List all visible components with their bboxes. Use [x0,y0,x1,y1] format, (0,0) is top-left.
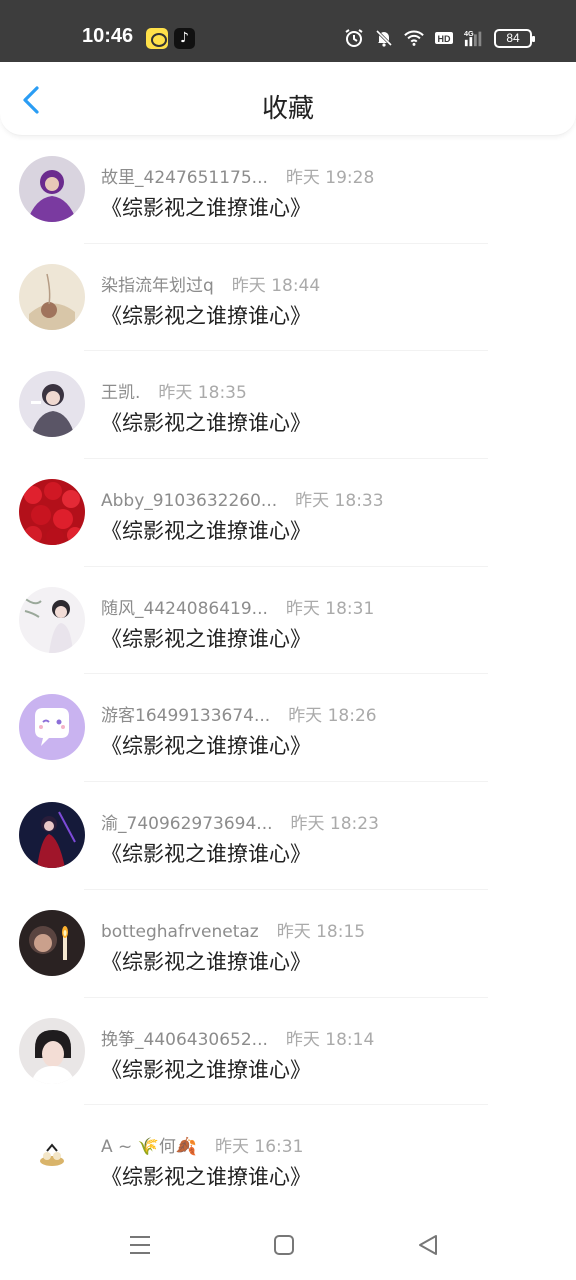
system-nav-bar [0,1208,576,1280]
timestamp: 昨天 18:31 [285,598,375,619]
tiktok-icon: ♪ [174,28,195,49]
list-item[interactable]: 游客16499133674... 昨天 18:26 《综影视之谁撩谁心》 [0,674,576,783]
item-title[interactable]: 《综影视之谁撩谁心》 [101,300,311,330]
timestamp: 昨天 18:26 [288,706,377,727]
item-title[interactable]: 《综影视之谁撩谁心》 [101,407,311,437]
list-item[interactable]: 王凯. 昨天 18:35 《综影视之谁撩谁心》 [0,351,576,460]
username: 随风_4424086419... [101,598,268,619]
svg-text:HD: HD [438,34,451,44]
hd-icon: HD [435,32,453,44]
username: Abby_9103632260... [101,491,278,512]
menu-icon[interactable] [127,1232,153,1258]
list-item[interactable]: 染指流年划过q 昨天 18:44 《综影视之谁撩谁心》 [0,244,576,352]
username: 王凯. [101,383,141,404]
list-item[interactable]: botteghafrvenetaz 昨天 18:15 《综影视之谁撩谁心》 [0,890,576,998]
signal-4g-icon: 4G [464,29,482,47]
timestamp: 昨天 16:31 [215,1137,304,1158]
item-title[interactable]: 《综影视之谁撩谁心》 [101,730,311,760]
avatar[interactable] [19,694,85,761]
notes-app-icon [146,28,168,49]
timestamp: 昨天 18:44 [231,275,321,296]
svg-text:4G: 4G [464,29,474,38]
avatar[interactable] [19,371,85,438]
avatar[interactable] [19,586,85,653]
list-item[interactable]: 挽筝_4406430652... 昨天 18:14 《综影视之谁撩谁心》 [0,998,576,1106]
item-title[interactable]: 《综影视之谁撩谁心》 [101,838,311,868]
list-item[interactable]: A ~ 🌾何🍂 昨天 16:31 《综影视之谁撩谁心》 [0,1105,576,1213]
status-time: 10:46 [82,25,134,47]
avatar[interactable] [19,802,85,869]
username: 渝_740962973694... [101,814,273,835]
avatar[interactable] [19,1125,85,1192]
avatar[interactable] [19,156,85,222]
item-title[interactable]: 《综影视之谁撩谁心》 [101,192,311,222]
list-item[interactable]: 随风_4424086419... 昨天 18:31 《综影视之谁撩谁心》 [0,567,576,675]
username: 染指流年划过q [101,275,214,296]
username: 故里_4247651175... [101,168,268,188]
back-triangle-icon[interactable] [415,1232,441,1258]
status-bar: 10:46 ♪ HD 4G 84 [0,0,576,62]
battery-icon: 84 [494,28,535,48]
home-square-icon[interactable] [271,1232,297,1258]
item-title[interactable]: 《综影视之谁撩谁心》 [101,1161,311,1191]
timestamp: 昨天 18:14 [285,1029,375,1050]
list-item[interactable]: 渝_740962973694... 昨天 18:23 《综影视之谁撩谁心》 [0,782,576,890]
item-title[interactable]: 《综影视之谁撩谁心》 [101,515,311,545]
app-header: 收藏 [0,62,576,136]
timestamp: 昨天 18:33 [295,491,384,512]
wifi-icon [404,30,424,46]
username: 游客16499133674... [101,706,271,727]
avatar[interactable] [19,909,85,976]
username: 挽筝_4406430652... [101,1029,268,1050]
avatar[interactable] [19,263,85,330]
list-item[interactable]: 故里_4247651175... 昨天 19:28 《综影视之谁撩谁心》 [0,136,576,244]
avatar[interactable] [19,479,85,546]
page-title: 收藏 [261,94,314,124]
username: A ~ 🌾何🍂 [101,1137,198,1158]
favorites-list: 故里_4247651175... 昨天 19:28 《综影视之谁撩谁心》 染指流年… [0,136,576,1213]
item-title[interactable]: 《综影视之谁撩谁心》 [101,946,311,976]
timestamp: 昨天 18:35 [158,383,247,404]
timestamp: 昨天 18:23 [290,814,379,835]
list-item[interactable]: Abby_9103632260... 昨天 18:33 《综影视之谁撩谁心》 [0,459,576,567]
alarm-icon [345,29,363,47]
mute-bell-icon [375,29,393,47]
item-title[interactable]: 《综影视之谁撩谁心》 [101,623,311,653]
timestamp: 昨天 18:15 [276,921,366,942]
timestamp: 昨天 19:28 [285,168,375,188]
username: botteghafrvenetaz [101,921,259,942]
item-title[interactable]: 《综影视之谁撩谁心》 [101,1054,311,1084]
avatar[interactable] [19,1017,85,1084]
